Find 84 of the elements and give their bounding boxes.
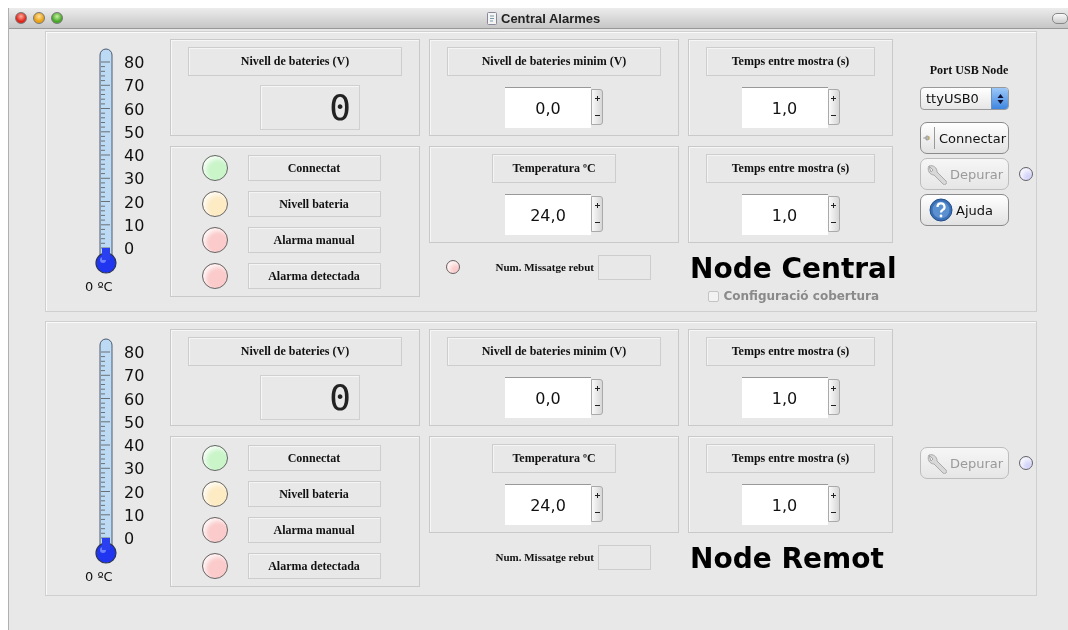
panel-heading: Nivell de bateries (V) xyxy=(188,47,402,76)
minus-icon xyxy=(594,220,600,225)
number-field[interactable]: 0,0 xyxy=(505,87,591,128)
minus-icon xyxy=(831,403,836,408)
scale-label: 10 xyxy=(124,214,145,237)
number-field[interactable]: 24,0 xyxy=(505,484,591,525)
help-icon xyxy=(929,198,953,222)
toolbar-toggle-button[interactable] xyxy=(1052,13,1068,24)
port-label: Port USB Node xyxy=(928,63,1010,78)
updown-arrows-icon xyxy=(996,92,1004,105)
temperature-reading: 0 ºC xyxy=(85,280,113,294)
number-field[interactable]: 1,0 xyxy=(741,484,828,525)
scale-label: 30 xyxy=(124,168,145,191)
scale-label: 60 xyxy=(124,388,145,411)
number-field[interactable]: 1,0 xyxy=(741,194,828,235)
document-icon xyxy=(487,12,497,25)
scale-label: 10 xyxy=(124,504,145,527)
scale-label: 20 xyxy=(124,191,145,214)
minus-icon xyxy=(594,510,600,515)
indicator-label: Alarma manual xyxy=(247,517,381,543)
node-title: Node Central xyxy=(690,253,897,285)
plus-icon xyxy=(594,493,600,498)
digital-display: 0 xyxy=(260,375,360,420)
plus-icon xyxy=(831,96,836,101)
port-select[interactable]: ttyUSB0 xyxy=(920,87,1009,110)
digital-display: 0 xyxy=(260,85,360,130)
scale-label: 70 xyxy=(124,75,145,98)
message-count-label: Num. Missatge rebut xyxy=(495,261,594,273)
indicator-label: Connectat xyxy=(247,155,381,181)
indicator-label: Alarma manual xyxy=(247,227,381,253)
help-button[interactable]: Ajuda xyxy=(920,194,1009,226)
indicator-label: Alarma detectada xyxy=(247,553,381,579)
node-title: Node Remot xyxy=(690,543,884,575)
scale-label: 20 xyxy=(124,481,145,504)
panel-heading: Nivell de bateries minim (V) xyxy=(447,47,661,76)
number-field[interactable]: 1,0 xyxy=(741,87,828,128)
scale-label: 40 xyxy=(124,145,145,167)
panel-heading: Temps entre mostra (s) xyxy=(706,154,875,183)
wrench-icon xyxy=(925,452,947,474)
scale-label: 50 xyxy=(124,411,145,434)
plus-icon xyxy=(594,386,600,391)
minimize-button[interactable] xyxy=(33,12,45,24)
panel-heading: Temps entre mostra (s) xyxy=(706,337,875,366)
scale-label: 0 xyxy=(124,238,136,260)
scale-label: 60 xyxy=(124,98,145,121)
minus-icon xyxy=(594,113,600,118)
scale-label: 80 xyxy=(124,52,145,74)
plus-icon xyxy=(831,203,836,208)
indicator-label: Nivell bateria xyxy=(247,481,381,507)
plus-icon xyxy=(594,203,600,208)
message-count-field xyxy=(598,254,651,280)
scale-label: 70 xyxy=(124,365,145,388)
panel-heading: Temps entre mostra (s) xyxy=(706,444,875,473)
panel-heading: Nivell de bateries minim (V) xyxy=(447,337,661,366)
number-field[interactable]: 1,0 xyxy=(741,377,828,418)
minus-icon xyxy=(831,113,836,118)
temperature-reading: 0 ºC xyxy=(85,570,113,584)
zoom-button[interactable] xyxy=(51,12,63,24)
scale-label: 80 xyxy=(124,342,145,364)
minus-icon xyxy=(831,220,836,225)
scale-label: 50 xyxy=(124,121,145,144)
scale-label: 0 xyxy=(124,528,136,550)
plus-icon xyxy=(594,96,600,101)
scale-label: 30 xyxy=(124,458,145,481)
panel-heading: Temperatura ºC xyxy=(492,444,616,473)
message-count-field xyxy=(598,544,651,570)
wrench-icon xyxy=(925,163,947,185)
panel-heading: Nivell de bateries (V) xyxy=(188,337,402,366)
close-button[interactable] xyxy=(15,12,27,24)
plus-icon xyxy=(831,386,836,391)
message-count-label: Num. Missatge rebut xyxy=(495,551,594,563)
minus-icon xyxy=(594,403,600,408)
number-field[interactable]: 0,0 xyxy=(505,377,591,418)
panel-heading: Temps entre mostra (s) xyxy=(706,47,875,76)
indicator-label: Nivell bateria xyxy=(247,191,381,217)
number-field[interactable]: 24,0 xyxy=(505,194,591,235)
plus-icon xyxy=(831,493,836,498)
scale-label: 40 xyxy=(124,435,145,457)
connect-button[interactable]: Connectar xyxy=(920,122,1009,154)
panel-heading: Temperatura ºC xyxy=(492,154,616,183)
minus-icon xyxy=(831,510,836,515)
indicator-label: Alarma detectada xyxy=(247,263,381,289)
window-title: Central Alarmes xyxy=(501,11,601,26)
indicator-label: Connectat xyxy=(247,445,381,471)
